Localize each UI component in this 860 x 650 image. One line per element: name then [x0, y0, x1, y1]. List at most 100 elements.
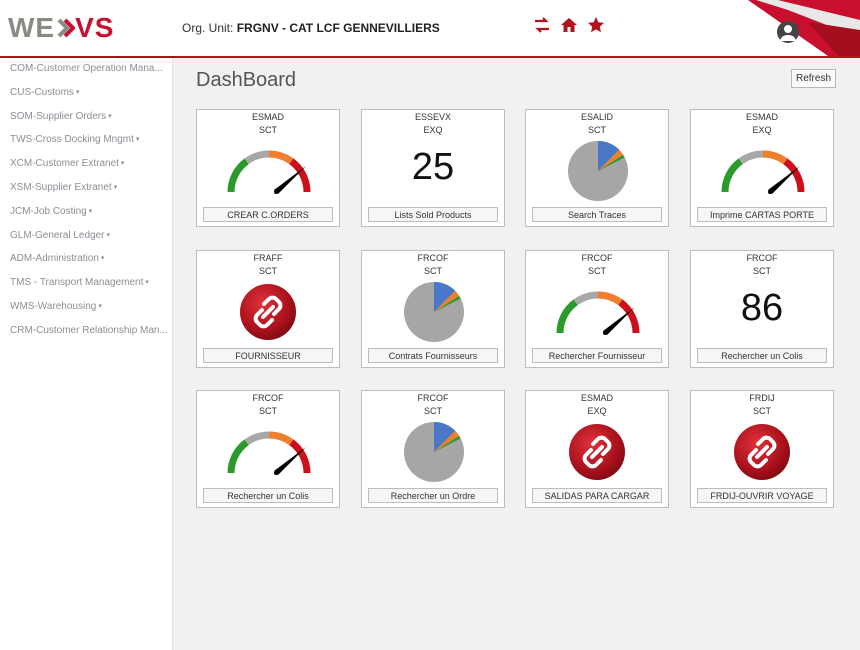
card-code: FRCOF — [746, 253, 778, 263]
card-code: FRCOF — [417, 253, 449, 263]
link-icon[interactable] — [526, 419, 668, 485]
card-code: FRCOF — [252, 393, 284, 403]
refresh-button[interactable]: Refresh — [791, 69, 836, 88]
dashboard-main: DashBoard Refresh ESMAD SCT CREAR C.ORDERS… — [173, 58, 860, 650]
swap-arrows-icon[interactable] — [533, 16, 551, 39]
sidebar-item[interactable]: WMS-Warehousing ▾ — [10, 301, 168, 312]
card-code: FRCOF — [581, 253, 613, 263]
sidebar-item-label: XCM-Customer Extranet — [10, 158, 119, 170]
card-code: ESALID — [580, 112, 613, 122]
card-action-button[interactable]: Rechercher Fournisseur — [532, 348, 662, 363]
gauge-chart — [526, 279, 668, 345]
card-action-button[interactable]: Rechercher un Colis — [203, 488, 333, 503]
card-code: ESMAD — [745, 112, 778, 122]
sidebar-item-label: XSM-Supplier Extranet — [10, 182, 112, 193]
dashboard-card: ESMAD SCT CREAR C.ORDERS — [196, 109, 340, 227]
card-code: ESMAD — [580, 393, 613, 403]
home-icon[interactable] — [560, 16, 578, 39]
card-action-button[interactable]: Search Traces — [532, 207, 662, 222]
card-code: FRCOF — [417, 393, 449, 403]
caret-down-icon: ▾ — [98, 303, 102, 310]
sidebar-item-label: WMS-Warehousing — [10, 301, 97, 312]
card-type: SCT — [753, 406, 771, 416]
sidebar-item-label: SOM-Supplier Orders — [10, 110, 107, 122]
card-action-button[interactable]: CREAR C.ORDERS — [203, 207, 333, 222]
org-unit: Org. Unit: FRGNV - CAT LCF GENNEVILLIERS — [182, 21, 440, 35]
sidebar-item[interactable]: JCM-Job Costing ▾ — [10, 206, 168, 217]
counter-visual: 25 — [362, 138, 504, 204]
card-type: SCT — [424, 266, 442, 276]
top-header: WE VS Org. Unit: FRGNV - CAT LCF GENNEVIL… — [0, 0, 860, 58]
dashboard-card: FRCOF SCT 86 Rechercher un Colis — [690, 250, 834, 368]
star-icon[interactable] — [587, 16, 605, 39]
pie-chart — [526, 138, 668, 204]
counter-visual: 86 — [691, 279, 833, 345]
sidebar-item-label: COM-Customer Operation Mana... — [10, 63, 163, 74]
sidebar-item[interactable]: TMS - Transport Management ▾ — [10, 277, 168, 288]
sidebar-item[interactable]: CUS-Customs ▾ — [10, 87, 168, 98]
dashboard-card: ESSEVX EXQ 25 Lists Sold Products — [361, 109, 505, 227]
caret-down-icon: ▾ — [88, 207, 93, 215]
card-type: EXQ — [752, 125, 772, 135]
dashboard-card: FRDIJ SCT FRDIJ-OUVRIR VOYAGE — [690, 390, 834, 508]
sidebar-item[interactable]: XCM-Customer Extranet ▾ — [10, 158, 168, 169]
sidebar-item[interactable]: XSM-Supplier Extranet ▾ — [10, 182, 168, 193]
card-action-button[interactable]: Rechercher un Ordre — [368, 488, 498, 503]
sidebar-item[interactable]: COM-Customer Operation Mana... — [10, 63, 168, 74]
card-action-button[interactable]: Contrats Fournisseurs — [368, 348, 498, 363]
card-action-button[interactable]: FRDIJ-OUVRIR VOYAGE — [697, 488, 827, 503]
page-title: DashBoard — [196, 69, 297, 91]
card-code: FRAFF — [253, 253, 283, 263]
sidebar-item[interactable]: SOM-Supplier Orders ▾ — [10, 111, 168, 122]
sidebar-item-label: JCM-Job Costing — [10, 205, 87, 217]
dashboard-card: FRCOF SCT Rechercher un Ordre — [361, 390, 505, 508]
pie-chart — [362, 279, 504, 345]
dashboard-card: FRCOF SCT Rechercher un Colis — [196, 390, 340, 508]
card-action-button[interactable]: Rechercher un Colis — [697, 348, 827, 363]
sidebar-item-label: CUS-Customs — [10, 86, 74, 98]
card-type: SCT — [588, 125, 606, 135]
gauge-chart — [691, 138, 833, 204]
card-type: SCT — [259, 406, 277, 416]
dashboard-card: FRCOF SCT Rechercher Fournisseur — [525, 250, 669, 368]
card-type: SCT — [259, 125, 277, 135]
wexvs-logo[interactable]: WE VS — [8, 14, 114, 42]
dashboard-card: FRAFF SCT FOURNISSEUR — [196, 250, 340, 368]
sidebar-item[interactable]: CRM-Customer Relationship Man... — [10, 325, 168, 336]
caret-down-icon: ▾ — [108, 112, 112, 120]
card-action-button[interactable]: Lists Sold Products — [368, 207, 498, 222]
card-code: FRDIJ — [749, 393, 775, 403]
dashboard-card: ESMAD EXQ SALIDAS PARA CARGAR — [525, 390, 669, 508]
pie-chart — [362, 419, 504, 485]
card-action-button[interactable]: SALIDAS PARA CARGAR — [532, 488, 662, 503]
card-code: ESMAD — [251, 112, 284, 122]
sidebar-item[interactable]: TWS-Cross Docking Mngmt ▾ — [10, 134, 168, 145]
sidebar-item[interactable]: GLM-General Ledger ▾ — [10, 230, 168, 241]
caret-down-icon: ▾ — [100, 255, 105, 263]
header-corner-decoration — [748, 0, 860, 56]
caret-down-icon: ▾ — [113, 184, 118, 191]
caret-down-icon: ▾ — [145, 279, 149, 287]
card-type: SCT — [753, 266, 771, 276]
dashboard-card: ESALID SCT Search Traces — [525, 109, 669, 227]
big-number: 86 — [740, 287, 784, 329]
user-avatar-icon[interactable] — [777, 21, 799, 43]
link-icon[interactable] — [197, 279, 339, 345]
caret-down-icon: ▾ — [75, 88, 80, 96]
sidebar-item-label: ADM-Administration — [10, 253, 99, 265]
dashboard-card: ESMAD EXQ Imprime CARTAS PORTE — [690, 109, 834, 227]
caret-down-icon: ▾ — [106, 231, 111, 239]
card-action-button[interactable]: Imprime CARTAS PORTE — [697, 207, 827, 222]
sidebar-item-label: TMS - Transport Management — [10, 277, 144, 289]
big-number: 25 — [411, 146, 455, 188]
card-action-button[interactable]: FOURNISSEUR — [203, 348, 333, 363]
sidebar-item-label: CRM-Customer Relationship Man... — [10, 324, 168, 336]
sidebar-item-label: GLM-General Ledger — [10, 229, 105, 241]
caret-down-icon: ▾ — [120, 160, 125, 168]
sidebar-item[interactable]: ADM-Administration ▾ — [10, 253, 168, 264]
card-type: SCT — [588, 266, 606, 276]
caret-down-icon: ▾ — [135, 136, 140, 144]
link-icon[interactable] — [691, 419, 833, 485]
card-type: SCT — [424, 406, 442, 416]
gauge-chart — [197, 419, 339, 485]
